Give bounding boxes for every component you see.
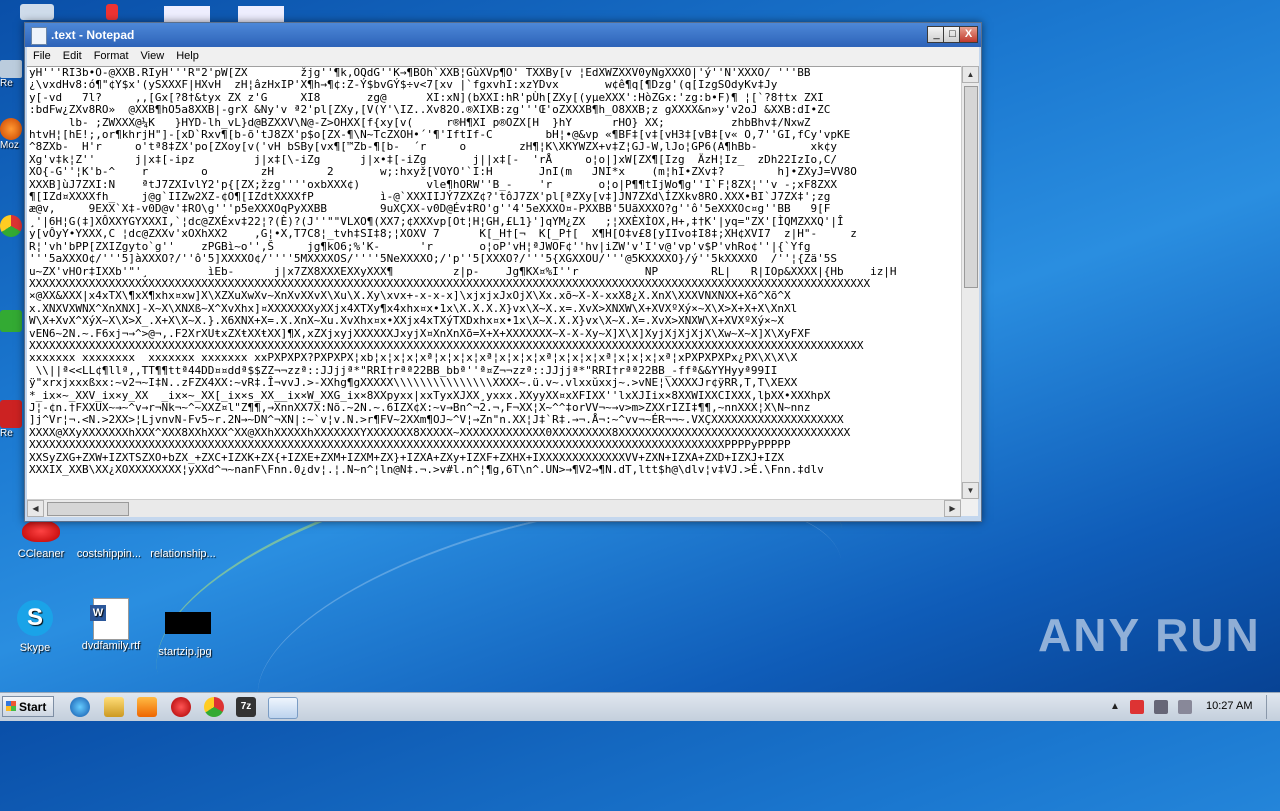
horizontal-scroll-thumb[interactable]	[47, 502, 129, 516]
desktop-icon-partial-chrome[interactable]	[0, 215, 24, 237]
chrome-icon[interactable]	[204, 697, 224, 717]
scroll-up-icon[interactable]: ▲	[962, 66, 979, 83]
action-center-icon[interactable]	[1130, 700, 1144, 714]
editor-line[interactable]: ÿ"xrxjxxxßxx:~v2¬~I‡N..zFZX4XX:~vR‡.Î¬vv…	[29, 376, 959, 389]
desktop-icon-partial-recycle[interactable]: Re	[0, 60, 24, 89]
taskbar-clock[interactable]: 10:27 AM	[1206, 700, 1252, 712]
menu-bar: File Edit Format View Help	[27, 47, 979, 66]
document-icon	[89, 520, 129, 546]
ccleaner-icon	[21, 520, 61, 546]
skype-icon: S	[15, 600, 55, 640]
menu-format[interactable]: Format	[88, 47, 135, 62]
editor-line[interactable]: W\X+XvX^XýX~X\X>X_.X+X\X~X.}.X6XNX+X=.X.…	[29, 314, 959, 327]
app-icon[interactable]	[106, 4, 118, 20]
desktop-icon-label: startzip.jpg	[158, 646, 212, 658]
folder-icon[interactable]	[104, 697, 124, 717]
anyrun-watermark: ANY RUN	[1038, 609, 1261, 661]
resize-grip[interactable]	[961, 499, 978, 516]
document-icon	[163, 520, 203, 546]
desktop-icon-partial-app[interactable]	[0, 310, 24, 332]
close-button[interactable]: X	[959, 26, 978, 43]
editor-line[interactable]: y[vÔyY•YXXX,C ¦dc@ZXXv'xOXhXX2 ,G¦•X,T7C…	[29, 227, 959, 240]
scroll-right-icon[interactable]: ▶	[944, 500, 961, 517]
desktop-icon-ccleaner[interactable]: CCleaner	[4, 520, 78, 560]
desktop-icon-costshipping[interactable]: costshippin...	[72, 520, 146, 560]
media-player-icon[interactable]	[137, 697, 157, 717]
tray-expand-icon[interactable]: ▲	[1110, 701, 1120, 712]
editor-line[interactable]: :bdFw¿ZXv8RO» @XXB¶hO5a8XXB|-grX &Ny'v ª…	[29, 103, 959, 116]
scroll-down-icon[interactable]: ▼	[962, 482, 979, 499]
document-icon[interactable]	[238, 6, 284, 22]
desktop-icon-partial-firefox[interactable]: Moz	[0, 118, 24, 151]
notepad-window[interactable]: .text - Notepad _ □ X File Edit Format View…	[24, 22, 982, 522]
editor-line[interactable]: xxxxxxx xxxxxxxx xxxxxxx xxxxxxx xxPXPXP…	[29, 351, 959, 364]
network-icon[interactable]	[1154, 700, 1168, 714]
vertical-scroll-thumb[interactable]	[964, 86, 978, 288]
7zip-icon[interactable]: 7z	[236, 697, 256, 717]
editor-line[interactable]: '''5aXXXO¢/'''5]àXXXO?/''ô'5]XXXXO¢/''''…	[29, 252, 959, 265]
desktop-icon-label: dvdfamily.rtf	[81, 640, 141, 652]
desktop-icon-relationship[interactable]: relationship...	[146, 520, 220, 560]
editor-text[interactable]: yH'''RI3b•O-@XXB.RIyH'''R"2'pW[ZX žjg''¶…	[27, 67, 961, 476]
image-file-icon	[165, 612, 211, 644]
desktop-icon-startzip[interactable]: startzip.jpg	[148, 606, 222, 658]
window-title: .text - Notepad	[51, 28, 135, 42]
scroll-left-icon[interactable]: ◀	[27, 500, 44, 517]
recycle-bin-icon[interactable]	[20, 4, 54, 20]
taskbar: Start 7z ▲ 10:27 AM	[0, 692, 1280, 721]
editor-line[interactable]: ]j^Vr¦¬.<N.>2XX>¦LjvnvN-Fv5~r.2N→~DN^¬XN…	[29, 413, 959, 426]
desktop-icon-partial-acrobat[interactable]: Re	[0, 400, 24, 439]
volume-icon[interactable]	[1178, 700, 1192, 714]
horizontal-scrollbar[interactable]: ◀ ▶	[27, 499, 961, 517]
text-editor-area[interactable]: yH'''RI3b•O-@XXB.RIyH'''R"2'pW[ZX žjg''¶…	[27, 66, 961, 500]
notepad-taskbar-icon[interactable]	[268, 697, 298, 719]
document-icon[interactable]	[164, 6, 210, 22]
vertical-scrollbar[interactable]: ▲ ▼	[961, 66, 979, 499]
editor-line[interactable]: XXXXXXXXXXXXXXXXXXXXXXXXXXXXXXXXXXXXXXXX…	[29, 438, 959, 451]
title-bar[interactable]: .text - Notepad _ □ X	[25, 23, 981, 47]
menu-edit[interactable]: Edit	[57, 47, 88, 62]
internet-explorer-icon[interactable]	[70, 697, 90, 717]
left-label: Re	[0, 78, 13, 89]
editor-line[interactable]: XO{-G''¦K'b-^ r o zH 2 w;:hxyž[VOYO'`I:H…	[29, 165, 959, 178]
editor-line[interactable]: æ@v, 9EXX`X‡-v0D@v'‡RO\g'''p5eXXXOqPyXXB…	[29, 203, 959, 216]
desktop-icon-label: Skype	[19, 642, 51, 654]
desktop-icon-label: relationship...	[150, 548, 216, 560]
editor-line[interactable]: ×@XX&XXX|x4xTX\¶xX¶xhx¤xw]X\XZXuXwXv~XnX…	[29, 289, 959, 302]
word-document-icon: W	[90, 598, 131, 640]
menu-view[interactable]: View	[135, 47, 171, 62]
desktop-icon-skype[interactable]: S Skype	[0, 600, 72, 654]
editor-line[interactable]: ¿\vxdHv8:ó¶"¢Y$x'(ySXXXF|HXvH zH¦âzHxIP'…	[29, 78, 959, 91]
notepad-icon	[31, 27, 47, 45]
editor-line[interactable]: ^8ZXb- H'r o'tª8‡ZX'po[ZXoy[v('vH bSBy[v…	[29, 141, 959, 154]
editor-line[interactable]: XXXIX_XXB\XX¿XOXXXXXXXX¦yXXd^¬~nanF\Fnn.…	[29, 463, 959, 476]
start-button[interactable]: Start	[2, 696, 54, 717]
desktop-icon-label: costshippin...	[76, 548, 142, 560]
desktop-icon-label: CCleaner	[17, 548, 65, 560]
opera-icon[interactable]	[171, 697, 191, 717]
desktop-icon-dvdfamily[interactable]: W dvdfamily.rtf	[74, 598, 148, 652]
menu-file[interactable]: File	[27, 47, 57, 62]
menu-help[interactable]: Help	[170, 47, 205, 62]
left-label: Moz	[0, 140, 19, 151]
show-desktop-button[interactable]	[1266, 695, 1279, 719]
left-label: Re	[0, 428, 13, 439]
